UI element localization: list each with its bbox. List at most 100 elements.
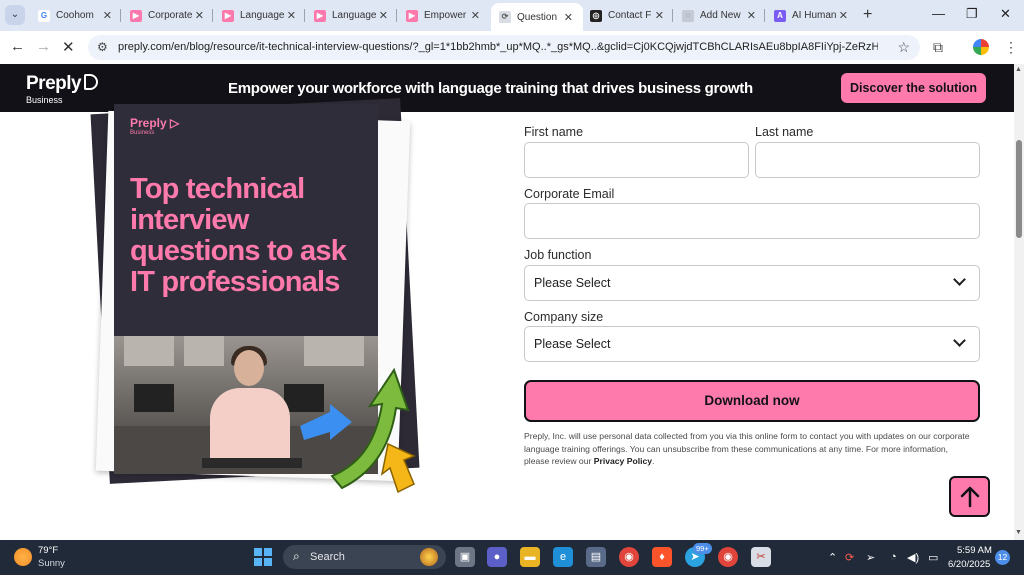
taskbar-search-placeholder: Search xyxy=(310,551,345,563)
tab-close-icon[interactable]: ✕ xyxy=(564,11,573,24)
sync-icon[interactable]: ⟳ xyxy=(845,551,854,564)
restore-button[interactable]: ❐ xyxy=(966,6,978,22)
clock-time[interactable]: 5:59 AM xyxy=(957,545,992,556)
preply-favicon-icon: ▶ xyxy=(222,9,234,22)
new-tab-button[interactable]: + xyxy=(863,6,872,24)
preply-favicon-icon: ▶ xyxy=(130,9,142,22)
search-icon: ⌕ xyxy=(293,549,300,563)
last-name-input[interactable] xyxy=(755,142,980,178)
scroll-up-icon[interactable]: ▲ xyxy=(1015,66,1022,73)
tab-coohom[interactable]: G Coohom ✕ xyxy=(30,3,122,28)
job-function-select[interactable]: Please Select xyxy=(524,265,980,301)
tab-label: Corporate xyxy=(148,10,193,21)
chat-app-icon[interactable]: ● xyxy=(487,547,507,567)
tab-language-1[interactable]: ▶ Language ✕ xyxy=(214,3,306,28)
notification-badge[interactable]: 12 xyxy=(995,550,1010,565)
chrome-icon-2[interactable]: ◉ xyxy=(718,547,738,567)
task-view-icon[interactable]: ▣ xyxy=(455,547,475,567)
back-to-top-button[interactable] xyxy=(949,476,990,517)
close-window-button[interactable]: ✕ xyxy=(1000,6,1011,22)
snipping-tool-icon[interactable]: ✂ xyxy=(751,547,771,567)
file-explorer-icon[interactable]: ▬ xyxy=(520,547,540,567)
profile-avatar[interactable] xyxy=(973,39,989,55)
preply-favicon-icon: ▶ xyxy=(314,9,326,22)
tab-empower[interactable]: ▶ Empower ✕ xyxy=(398,3,490,28)
extensions-icon[interactable]: ⧉ xyxy=(933,39,943,56)
scroll-down-icon[interactable]: ▼ xyxy=(1015,529,1022,536)
tab-close-icon[interactable]: ✕ xyxy=(747,9,756,22)
stop-loading-icon[interactable]: ✕ xyxy=(62,38,75,56)
first-name-input[interactable] xyxy=(524,142,749,178)
tab-close-icon[interactable]: ✕ xyxy=(379,9,388,22)
battery-icon[interactable]: ▭ xyxy=(928,551,938,564)
tab-add-new[interactable]: ◌ Add New ✕ xyxy=(674,3,766,28)
download-now-button[interactable]: Download now xyxy=(524,380,980,422)
preply-favicon-icon: ▶ xyxy=(406,9,418,22)
tab-close-icon[interactable]: ✕ xyxy=(287,9,296,22)
company-size-label: Company size xyxy=(524,310,604,324)
page-scrollbar[interactable]: ▲ ▼ xyxy=(1014,64,1024,540)
tab-close-icon[interactable]: ✕ xyxy=(195,9,204,22)
preply-business-logo[interactable]: Preply Business xyxy=(26,73,99,105)
job-function-value: Please Select xyxy=(534,276,611,290)
tab-label: Add New xyxy=(700,10,741,21)
store-icon[interactable]: ▤ xyxy=(586,547,606,567)
company-size-select[interactable]: Please Select xyxy=(524,326,980,362)
tab-questions-active[interactable]: ⟳ Question ✕ xyxy=(491,3,583,31)
tab-contact[interactable]: ◎ Contact F ✕ xyxy=(582,3,674,28)
tab-label: Language xyxy=(332,10,377,21)
job-function-label: Job function xyxy=(524,248,592,262)
tab-search-menu-button[interactable]: ⌄ xyxy=(5,5,25,25)
loading-spinner-icon: ⟳ xyxy=(499,11,511,23)
back-arrow-icon[interactable]: ← xyxy=(10,38,25,55)
wifi-icon[interactable]: ◔ xyxy=(890,551,897,563)
minimize-button[interactable]: — xyxy=(932,6,945,21)
send-icon[interactable]: ➢ xyxy=(866,551,875,564)
url-text[interactable]: preply.com/en/blog/resource/it-technical… xyxy=(118,41,878,53)
first-name-label: First name xyxy=(524,125,584,139)
brave-browser-icon[interactable]: ♦ xyxy=(652,547,672,567)
sun-weather-icon[interactable] xyxy=(14,548,32,566)
tab-label: AI Human xyxy=(792,10,837,21)
contact-favicon-icon: ◎ xyxy=(590,9,602,22)
tab-close-icon[interactable]: ✕ xyxy=(655,9,664,22)
scrollbar-thumb[interactable] xyxy=(1016,140,1022,238)
search-highlight-icon xyxy=(420,548,438,566)
discover-solution-button[interactable]: Discover the solution xyxy=(841,73,986,103)
tab-close-icon[interactable]: ✕ xyxy=(839,9,848,22)
forward-arrow-icon[interactable]: → xyxy=(36,38,51,55)
banner-tagline: Empower your workforce with language tra… xyxy=(228,80,753,97)
weather-condition[interactable]: Sunny xyxy=(38,558,65,569)
tab-label: Language xyxy=(240,10,285,21)
logo-subtitle: Business xyxy=(26,95,63,105)
site-info-icon[interactable]: ⚙ xyxy=(97,40,108,54)
taskbar-search[interactable]: ⌕ Search xyxy=(283,545,446,569)
edge-browser-icon[interactable]: e xyxy=(553,547,573,567)
cover-title: Top technical interview questions to ask… xyxy=(130,173,347,298)
cover-logo-subtitle: Business xyxy=(130,130,155,136)
tab-close-icon[interactable]: ✕ xyxy=(103,9,112,22)
tab-strip: ⌄ G Coohom ✕ ▶ Corporate ✕ ▶ Language ✕ … xyxy=(0,0,1024,31)
tab-ai-human[interactable]: A AI Human ✕ xyxy=(766,3,858,28)
windows-start-icon[interactable] xyxy=(254,548,272,566)
chevron-down-icon xyxy=(953,334,966,347)
tab-label: Question xyxy=(517,11,558,23)
preply-mark-icon xyxy=(84,74,99,90)
tab-corporate[interactable]: ▶ Corporate ✕ xyxy=(122,3,214,28)
browser-menu-icon[interactable]: ⋮ xyxy=(1004,39,1018,56)
arrows-graphic xyxy=(300,367,416,494)
corporate-email-input[interactable] xyxy=(524,203,980,239)
chevron-down-icon xyxy=(953,273,966,286)
tab-close-icon[interactable]: ✕ xyxy=(471,9,480,22)
show-hidden-icons-chevron[interactable]: ⌃ xyxy=(828,551,837,564)
bookmark-star-icon[interactable]: ☆ xyxy=(897,39,910,56)
cover-logo-word: Preply xyxy=(130,116,167,130)
weather-temperature[interactable]: 79°F xyxy=(38,545,58,556)
volume-icon[interactable]: ◀) xyxy=(907,551,919,564)
chrome-icon-1[interactable]: ◉ xyxy=(619,547,639,567)
tab-language-2[interactable]: ▶ Language ✕ xyxy=(306,3,398,28)
tab-label: Empower xyxy=(424,10,467,21)
address-bar[interactable]: ⚙ preply.com/en/blog/resource/it-technic… xyxy=(88,35,920,60)
privacy-policy-link[interactable]: Privacy Policy xyxy=(594,456,652,466)
clock-date[interactable]: 6/20/2025 xyxy=(948,559,990,570)
